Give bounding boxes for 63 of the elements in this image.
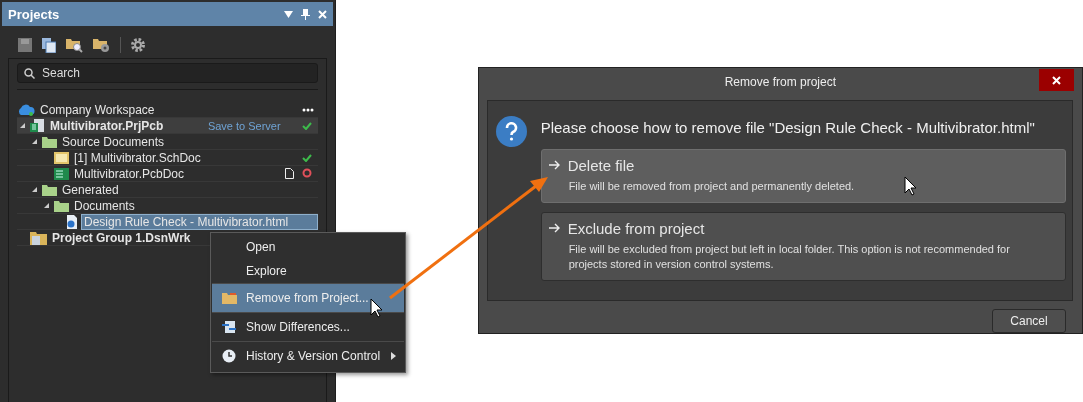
arrow-right-icon [548, 223, 560, 234]
option-title: Delete file [567, 156, 635, 174]
compare-icon [222, 320, 236, 334]
expand-arrow-icon[interactable] [19, 122, 26, 129]
folder-icon [54, 199, 69, 212]
option-button[interactable]: Delete file File will be removed from project and permanently deleted. [540, 148, 1066, 203]
close-icon[interactable] [317, 9, 327, 19]
pin-icon[interactable] [300, 8, 310, 20]
dropdown-icon[interactable] [283, 10, 293, 18]
folder-search-icon[interactable] [66, 37, 83, 53]
close-button[interactable] [1039, 69, 1074, 91]
menu-item-label: Show Differences... [246, 320, 350, 334]
clock-icon [222, 349, 236, 363]
menu-item[interactable]: Explore [212, 259, 404, 283]
option-description: File will be excluded from project but left in local folder. This option is not recommended for projects stored in version control systems. [568, 241, 1011, 272]
menu-item[interactable]: Open [212, 235, 404, 259]
close-icon [1052, 75, 1061, 85]
tree-item[interactable]: Multivibrator.PrjPcb [48, 118, 166, 133]
mouse-cursor-icon [370, 298, 383, 318]
web-file-icon [66, 214, 78, 229]
tree-item[interactable]: [1] Multivibrator.SchDoc [72, 150, 203, 165]
expand-arrow-icon[interactable] [43, 202, 50, 209]
option-title: Exclude from project [567, 219, 705, 237]
check-icon [301, 121, 312, 130]
option-button[interactable]: Exclude from project File will be excluded from project but left in local folder. This option is not recommended for projects stored in version control systems. [540, 211, 1066, 281]
menu-item-label: Remove from Project... [246, 291, 369, 305]
project-group-icon [30, 230, 47, 245]
folder-icon [42, 183, 57, 196]
menu-item[interactable]: Remove from Project... [212, 283, 404, 312]
copy-icon[interactable] [42, 37, 56, 53]
more-icon[interactable] [301, 107, 314, 112]
folder-icon [221, 292, 237, 304]
search-icon [24, 68, 35, 79]
workspace-label: Company Workspace [39, 102, 156, 117]
dialog-title: Remove from project [723, 74, 837, 89]
expand-arrow-icon[interactable] [31, 186, 38, 193]
save-to-server-link[interactable]: Save to Server [207, 119, 281, 132]
menu-item[interactable]: History & Version Control [212, 341, 404, 370]
project-file-icon [30, 118, 45, 133]
settings-icon[interactable] [131, 38, 145, 52]
cloud-icon [17, 103, 35, 116]
menu-item-label: Open [246, 240, 276, 254]
cancel-button[interactable]: Cancel [992, 309, 1066, 333]
pcb-file-icon [54, 167, 69, 180]
folder-settings-icon[interactable] [93, 37, 110, 53]
menu-item-label: Explore [246, 264, 287, 278]
menu-item[interactable]: Show Differences... [212, 312, 404, 341]
search-field[interactable]: Search [17, 63, 318, 83]
dialog-message: Please choose how to remove file "Design Rule Check - Multivibrator.html" [540, 118, 1036, 136]
check-icon [301, 153, 312, 162]
panel-title: Projects [8, 6, 61, 22]
schematic-file-icon [54, 151, 69, 164]
question-icon [495, 115, 527, 147]
menu-item-label: History & Version Control [246, 349, 381, 363]
tree-item[interactable]: Generated [60, 182, 121, 197]
arrow-right-icon [548, 160, 560, 171]
tree-item[interactable]: Project Group 1.DsnWrk [50, 230, 193, 245]
tree-item[interactable]: Documents [72, 198, 137, 213]
option-description: File will be removed from project and permanently deleted. [568, 178, 855, 194]
mouse-cursor-icon [904, 176, 917, 196]
tree-item[interactable]: Source Documents [60, 134, 167, 149]
expand-arrow-icon[interactable] [31, 138, 38, 145]
tree-item[interactable]: Multivibrator.PcbDoc [72, 166, 187, 181]
